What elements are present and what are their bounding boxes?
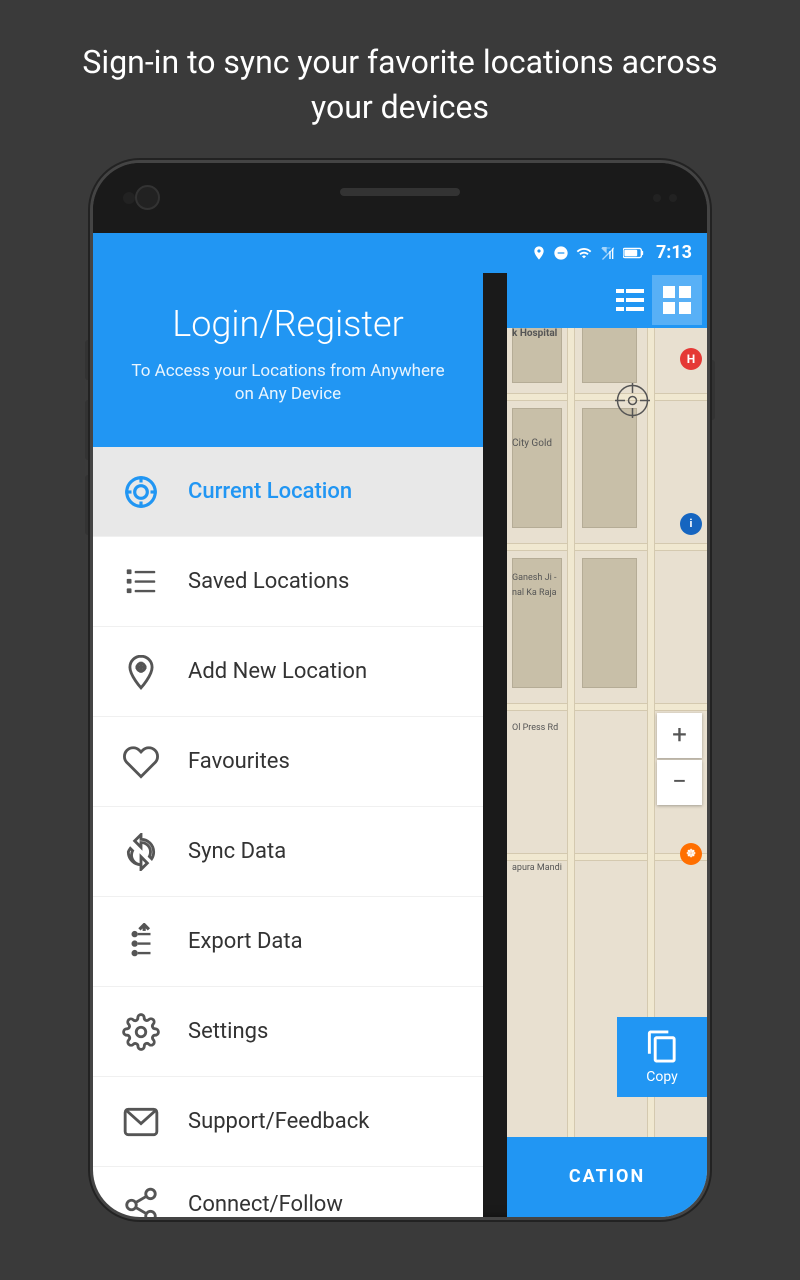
menu-item-support-feedback[interactable]: Support/Feedback: [93, 1077, 483, 1167]
menu-label-add-new-location: Add New Location: [188, 659, 367, 684]
map-block: [582, 558, 637, 688]
bottom-strip: CATION: [507, 1137, 707, 1217]
status-bar: 7:13: [93, 233, 707, 273]
menu-container: Current Location Saved L: [93, 447, 483, 1216]
map-road: [507, 393, 707, 401]
map-road: [567, 273, 575, 1217]
wifi-icon: [575, 245, 593, 261]
map-road: [507, 853, 707, 861]
status-time: 7:13: [656, 242, 692, 263]
pin-plus-icon: [118, 649, 163, 694]
signal-icon: [599, 245, 617, 261]
menu-label-export-data: Export Data: [188, 929, 303, 954]
hospital-marker: H: [680, 348, 702, 370]
menu-item-sync-data[interactable]: Sync Data: [93, 807, 483, 897]
menu-item-saved-locations[interactable]: Saved Locations: [93, 537, 483, 627]
zoom-in-button[interactable]: +: [657, 713, 702, 758]
crosshair: [615, 383, 650, 418]
menu-label-settings: Settings: [188, 1019, 268, 1044]
map-label-mandi: apura Mandi: [512, 863, 562, 873]
map-label-nalkaraja: nal Ka Raja: [512, 588, 557, 598]
list-view-icon[interactable]: [616, 289, 644, 311]
map-block: [582, 408, 637, 528]
map-block: [512, 408, 562, 528]
speaker: [340, 188, 460, 196]
menu-label-sync-data: Sync Data: [188, 839, 286, 864]
share-icon: [118, 1182, 163, 1216]
menu-label-connect: Connect/Follow: [188, 1192, 343, 1216]
menu-item-connect[interactable]: Connect/Follow: [93, 1167, 483, 1216]
target-icon: [118, 469, 163, 514]
power-button: [710, 360, 715, 420]
copy-button[interactable]: Copy: [617, 1017, 707, 1097]
menu-item-settings[interactable]: Settings: [93, 987, 483, 1077]
heart-icon: [118, 739, 163, 784]
map-zoom-controls: + −: [657, 713, 702, 805]
copy-icon: [645, 1029, 680, 1064]
phone-screen: 7:13 k Hos: [90, 160, 710, 1220]
location-icon: [531, 245, 547, 261]
om-marker: ☸: [680, 843, 702, 865]
gear-icon: [118, 1009, 163, 1054]
blue-marker: i: [680, 513, 702, 535]
map-label-hospital: k Hospital: [512, 328, 557, 339]
menu-item-favourites[interactable]: Favourites: [93, 717, 483, 807]
export-icon: [118, 919, 163, 964]
map-background: k Hospital City Gold Ganesh Ji - nal Ka …: [507, 273, 707, 1217]
bottom-label: CATION: [569, 1166, 645, 1187]
phone-hardware-bar: [93, 163, 707, 233]
battery-icon: [623, 245, 645, 261]
list-icon: [118, 559, 163, 604]
menu-item-current-location[interactable]: Current Location: [93, 447, 483, 537]
zoom-out-button[interactable]: −: [657, 760, 702, 805]
login-title: Login/Register: [123, 303, 453, 345]
copy-label: Copy: [646, 1069, 678, 1085]
map-label-ganesh: Ganesh Ji -: [512, 573, 556, 583]
minus-circle-icon: [553, 245, 569, 261]
menu-item-add-new-location[interactable]: Add New Location: [93, 627, 483, 717]
phone-device: 7:13 k Hos: [90, 160, 710, 1220]
map-top-bar: [507, 273, 707, 328]
phone-content: k Hospital City Gold Ganesh Ji - nal Ka …: [93, 273, 707, 1217]
menu-label-current-location: Current Location: [188, 479, 352, 504]
menu-label-support-feedback: Support/Feedback: [188, 1109, 369, 1134]
mail-icon: [118, 1099, 163, 1144]
promo-text: Sign-in to sync your favorite locations …: [0, 0, 800, 160]
login-subtitle: To Access your Locations from Anywhere o…: [123, 360, 453, 408]
grid-view-button[interactable]: [652, 275, 702, 325]
sync-icon: [118, 829, 163, 874]
map-road: [507, 703, 707, 711]
map-road: [507, 543, 707, 551]
map-label-citygold: City Gold: [512, 438, 552, 449]
sensor-2: [653, 194, 661, 202]
sensor-3: [669, 194, 677, 202]
front-camera: [135, 185, 160, 210]
menu-item-export-data[interactable]: Export Data: [93, 897, 483, 987]
menu-label-favourites: Favourites: [188, 749, 290, 774]
login-header: Login/Register To Access your Locations …: [93, 273, 483, 448]
menu-label-saved-locations: Saved Locations: [188, 569, 349, 594]
sensor: [123, 192, 135, 204]
status-icons: 7:13: [531, 242, 692, 263]
map-label-pressrd: Ol Press Rd: [512, 723, 558, 733]
